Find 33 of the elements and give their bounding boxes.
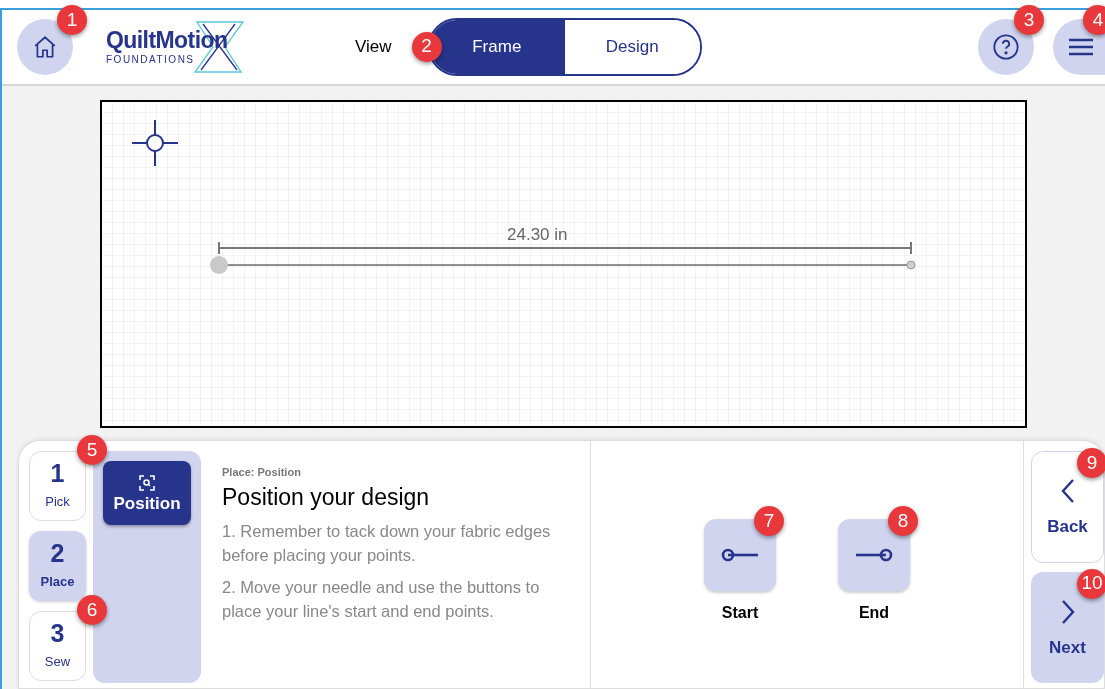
logo-subtitle: FOUNDATIONS — [106, 55, 196, 65]
line-end-icon — [854, 547, 894, 563]
callout-badge: 10 — [1077, 568, 1105, 599]
instruction-title: Position your design — [222, 482, 431, 512]
menu-icon — [1068, 37, 1094, 57]
focus-search-icon — [139, 474, 155, 491]
crosshair-icon — [131, 119, 179, 167]
action-label: End — [858, 603, 890, 623]
line-start-icon — [720, 547, 760, 563]
step-tab[interactable]: 3 Sew — [29, 611, 86, 681]
view-tab[interactable]: Design — [564, 20, 700, 74]
callout-badge: 8 — [888, 506, 918, 536]
home-icon — [32, 34, 58, 60]
callout-badge: 2 — [411, 31, 442, 62]
chevron-left-icon — [1060, 478, 1075, 505]
chevron-right-icon — [1060, 598, 1075, 625]
measurement-label: 24.30 in — [507, 226, 568, 243]
instruction-text: 2. Move your needle and use the buttons to place your line's start and end points. — [222, 577, 541, 623]
step-tab[interactable]: 1 Pick — [29, 451, 86, 521]
instruction-text: 1. Remember to tack down your fabric edges before placing your points. — [222, 521, 552, 567]
help-icon — [992, 33, 1020, 61]
view-label: View — [355, 36, 392, 59]
callout-badge: 4 — [1083, 5, 1105, 35]
breadcrumb: Place: Position — [222, 465, 302, 480]
end-point — [906, 260, 916, 270]
step-tab[interactable]: 2 Place — [29, 531, 86, 601]
substep-button[interactable]: Position — [103, 461, 191, 525]
start-point — [210, 256, 228, 274]
action-label: Start — [721, 603, 759, 623]
callout-badge: 9 — [1077, 448, 1105, 478]
callout-badge: 7 — [754, 506, 784, 536]
callout-badge: 3 — [1014, 5, 1044, 35]
callout-badge: 1 — [57, 5, 87, 35]
